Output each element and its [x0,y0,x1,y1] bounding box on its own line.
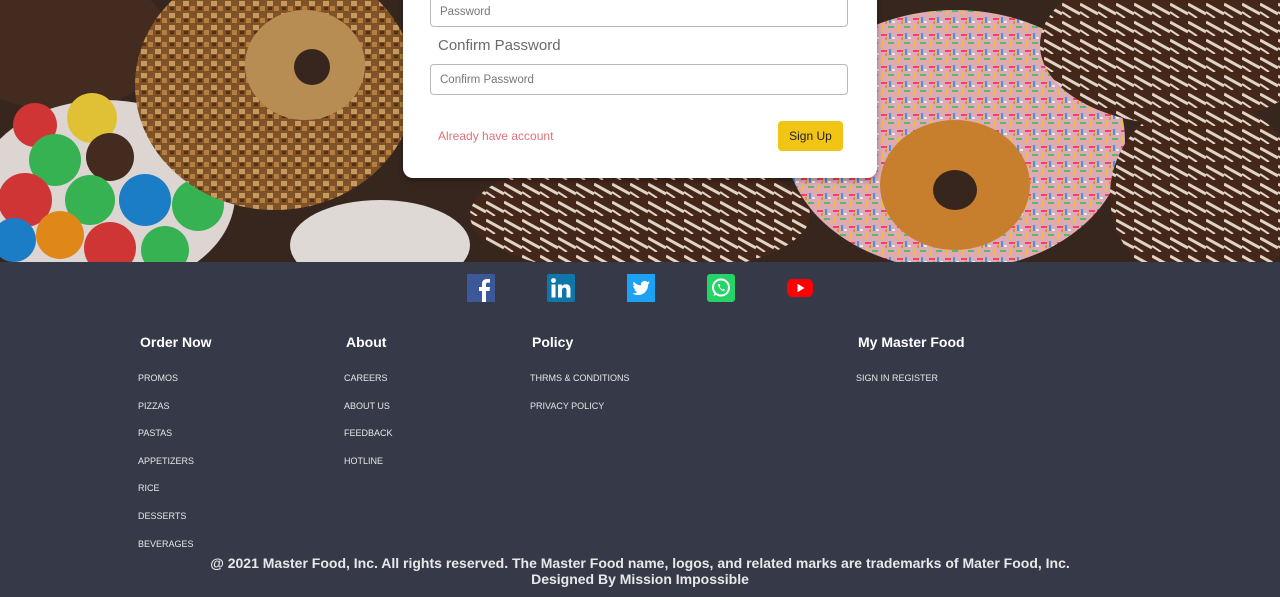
list-item: PASTAS [138,423,194,451]
footer-column-about: About CAREERS ABOUT US FEEDBACK HOTLINE [344,334,393,466]
footer-link-list: SIGN IN REGISTER [856,368,938,396]
footer-column-my-master-food: My Master Food SIGN IN REGISTER [856,334,965,383]
footer-column-order-now: Order Now PROMOS PIZZAS PASTAS APPETIZER… [138,334,212,549]
site-footer: Order Now PROMOS PIZZAS PASTAS APPETIZER… [0,262,1280,597]
designer-credit: Designed By Mission Impossible [531,571,749,587]
list-item: PROMOS [138,368,194,396]
footer-column-policy: Policy THRMS & CONDITIONS PRIVACY POLICY [530,334,630,411]
sign-up-button[interactable]: Sign Up [778,121,843,151]
footer-link-beverages[interactable]: BEVERAGES [138,539,194,549]
footer-link-terms-conditions[interactable]: THRMS & CONDITIONS [530,373,630,383]
list-item: THRMS & CONDITIONS [530,368,630,396]
footer-column-title: Policy [532,334,574,350]
footer-link-careers[interactable]: CAREERS [344,373,388,383]
confirm-password-input[interactable] [430,64,848,95]
youtube-icon[interactable] [786,274,814,302]
signup-form-card: Confirm Password Already have account Si… [403,0,877,178]
footer-link-hotline[interactable]: HOTLINE [344,456,383,466]
footer-link-list: THRMS & CONDITIONS PRIVACY POLICY [530,368,630,423]
list-item: SIGN IN REGISTER [856,368,938,396]
footer-link-about-us[interactable]: ABOUT US [344,401,390,411]
footer-column-title: About [346,334,387,350]
footer-link-rice[interactable]: RICE [138,483,160,493]
footer-link-pizzas[interactable]: PIZZAS [138,401,170,411]
whatsapp-icon[interactable] [707,274,735,302]
footer-column-title: My Master Food [858,334,965,350]
list-item: PIZZAS [138,396,194,424]
footer-link-desserts[interactable]: DESSERTS [138,511,186,521]
list-item: ABOUT US [344,396,393,424]
list-item: HOTLINE [344,451,393,479]
list-item: DESSERTS [138,506,194,534]
copyright-text: @ 2021 Master Food, Inc. All rights rese… [210,555,1070,571]
password-input[interactable] [430,0,848,27]
footer-link-sign-in-register[interactable]: SIGN IN REGISTER [856,373,938,383]
list-item: APPETIZERS [138,451,194,479]
footer-link-list: PROMOS PIZZAS PASTAS APPETIZERS RICE DES… [138,368,194,561]
twitter-icon[interactable] [627,274,655,302]
footer-link-list: CAREERS ABOUT US FEEDBACK HOTLINE [344,368,393,478]
footer-column-title: Order Now [140,334,212,350]
confirm-password-label: Confirm Password [438,37,561,54]
footer-link-privacy-policy[interactable]: PRIVACY POLICY [530,401,604,411]
already-have-account-link[interactable]: Already have account [438,129,553,143]
list-item: RICE [138,478,194,506]
list-item: CAREERS [344,368,393,396]
linkedin-icon[interactable] [547,274,575,302]
list-item: PRIVACY POLICY [530,396,630,424]
footer-link-appetizers[interactable]: APPETIZERS [138,456,194,466]
footer-link-pastas[interactable]: PASTAS [138,428,172,438]
footer-link-feedback[interactable]: FEEDBACK [344,428,393,438]
list-item: FEEDBACK [344,423,393,451]
facebook-icon[interactable] [467,274,495,302]
footer-link-promos[interactable]: PROMOS [138,373,178,383]
